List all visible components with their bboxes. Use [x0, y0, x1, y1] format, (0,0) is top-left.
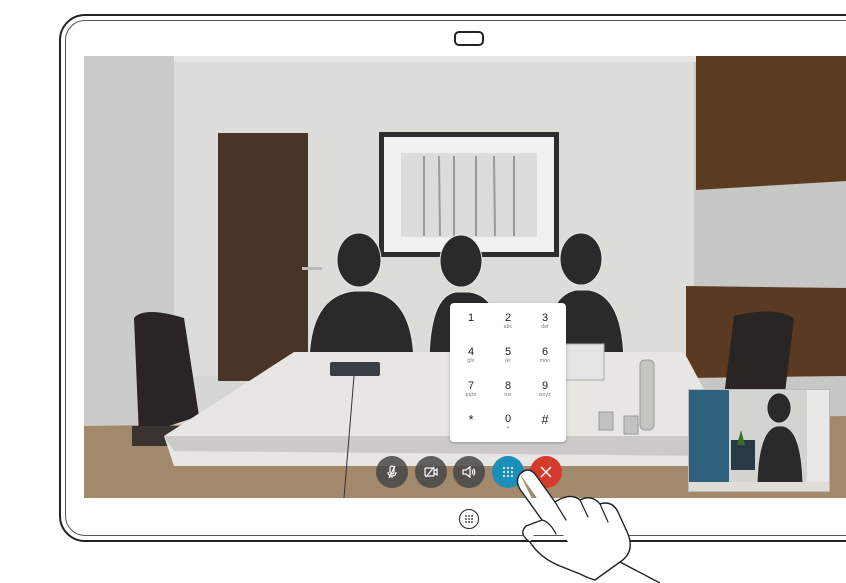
key-3[interactable]: 3 def	[526, 306, 564, 338]
volume-button[interactable]	[453, 456, 485, 488]
key-0[interactable]: 0 +	[489, 407, 527, 439]
camera-off-button[interactable]	[415, 456, 447, 488]
speaker-icon	[462, 465, 476, 479]
microphone-muted-icon	[387, 465, 397, 479]
key-5[interactable]: 5 jkl	[489, 340, 527, 372]
video-screen: 1 2 abc 3 def 4 ghi 5 jkl 6 mno 7 pqrs 8 tuv 9w…	[84, 56, 846, 498]
camera-notch	[454, 31, 484, 46]
key-9[interactable]: 9 wxyz	[526, 374, 564, 406]
pointing-hand-illustration	[516, 469, 660, 583]
dial-keypad: 1 2 abc 3 def 4 ghi 5 jkl 6 mno 7 pqrs 8 tuv 9w…	[450, 303, 566, 442]
key-6[interactable]: 6 mno	[526, 340, 564, 372]
mute-button[interactable]	[376, 456, 408, 488]
key-1[interactable]: 1	[452, 306, 490, 338]
key-4[interactable]: 4 ghi	[452, 340, 490, 372]
home-button[interactable]	[459, 509, 479, 529]
self-view[interactable]	[688, 389, 830, 492]
key-hash[interactable]: #	[526, 407, 564, 439]
key-7[interactable]: 7 pqrs	[452, 374, 490, 406]
camera-muted-icon	[424, 466, 438, 478]
key-star[interactable]: *	[452, 407, 490, 439]
dialpad-home-icon	[465, 515, 473, 523]
key-8[interactable]: 8 tuv	[489, 374, 527, 406]
key-2[interactable]: 2 abc	[489, 306, 527, 338]
self-view-video	[689, 390, 829, 491]
